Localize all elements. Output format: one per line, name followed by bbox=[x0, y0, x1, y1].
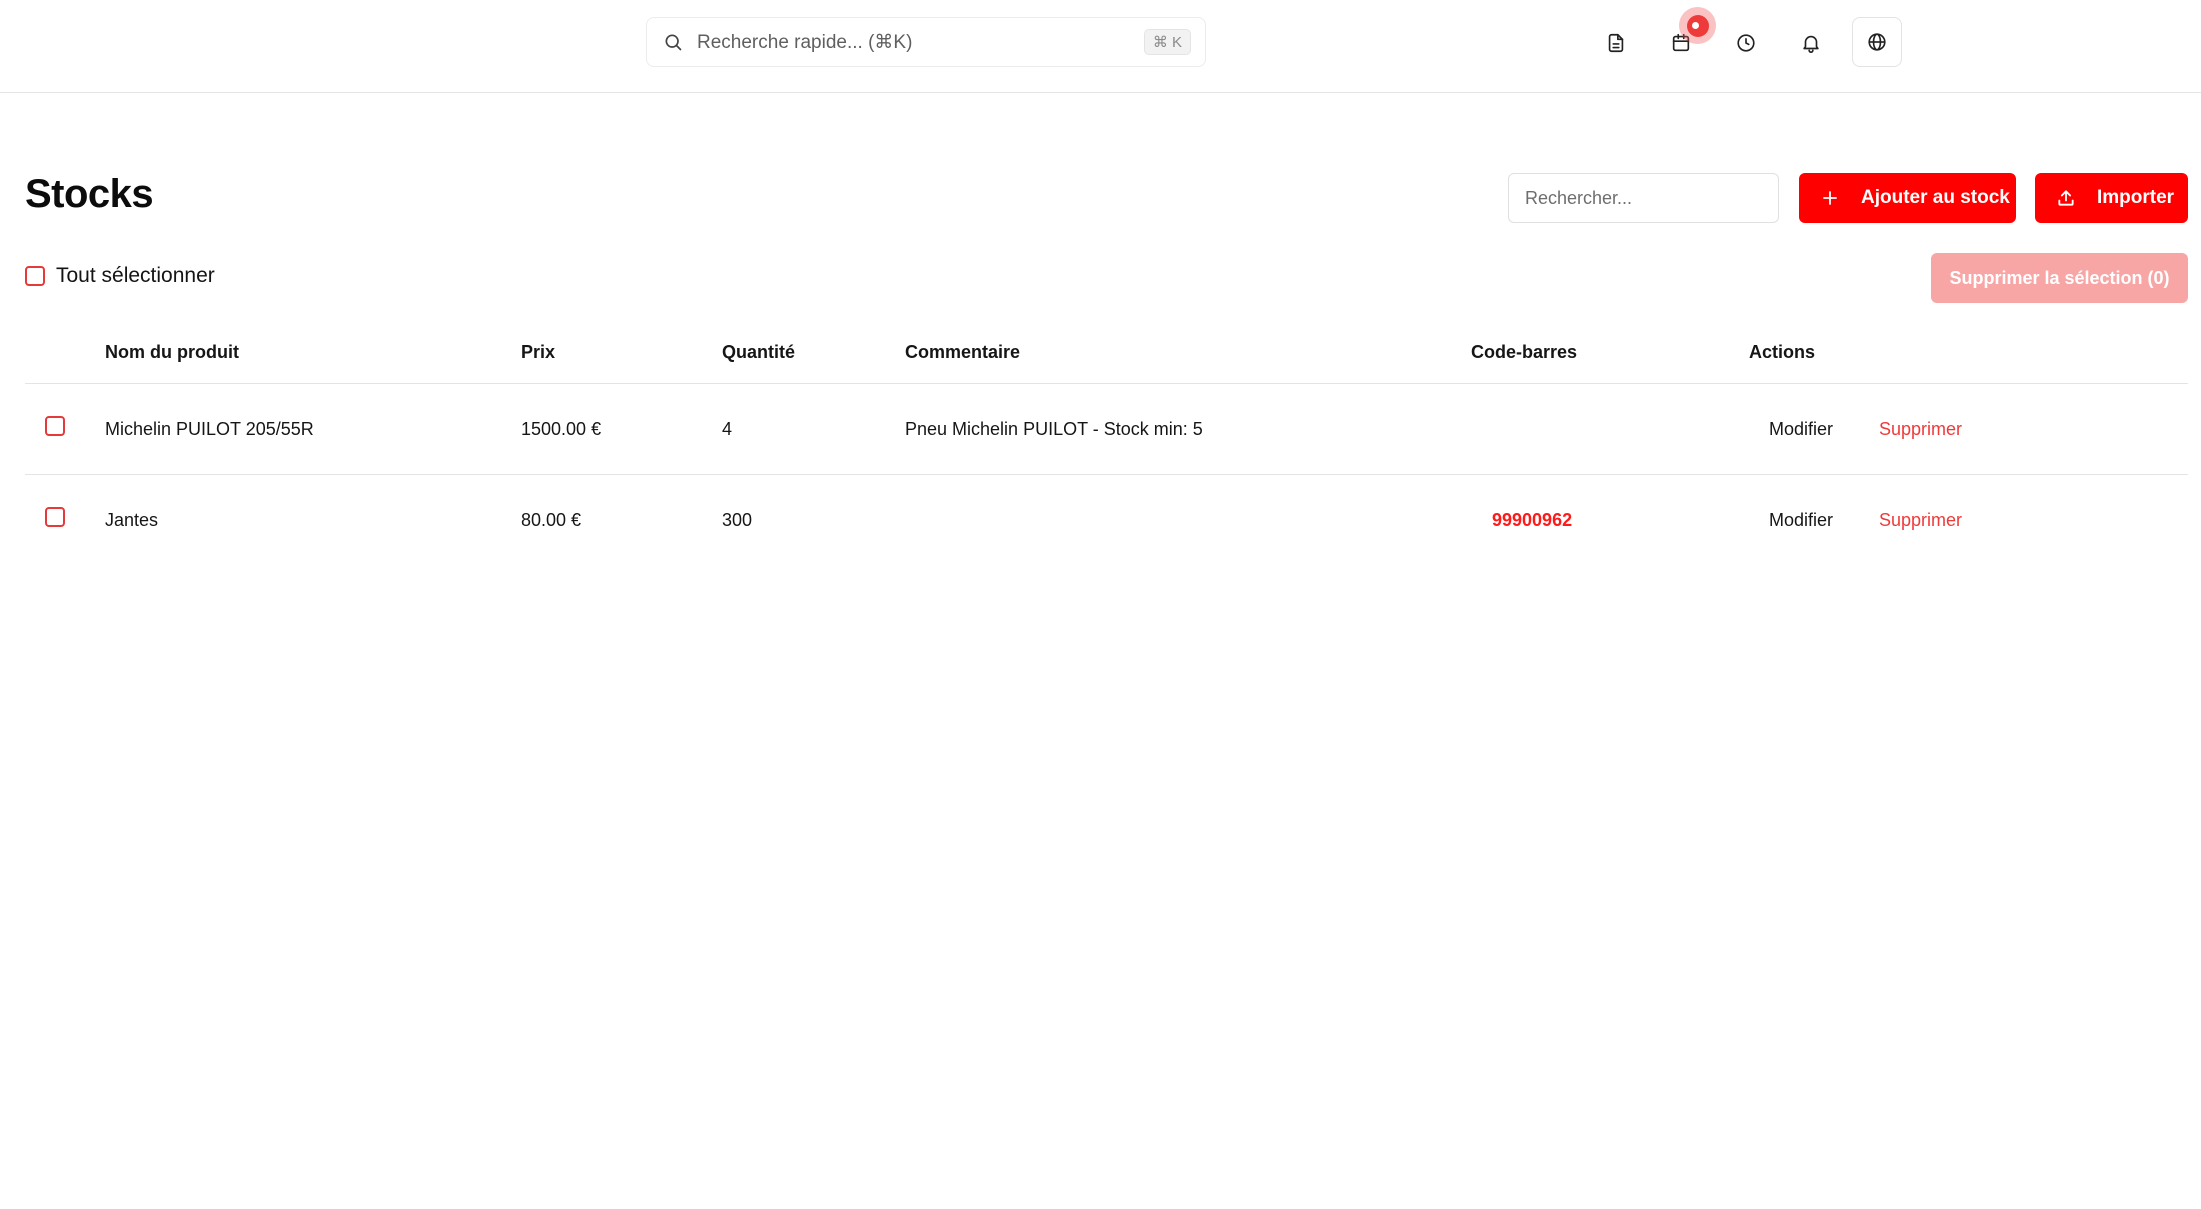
select-all-label: Tout sélectionner bbox=[56, 264, 215, 287]
quick-search-placeholder: Recherche rapide... (⌘K) bbox=[697, 31, 913, 53]
table-row: Jantes 80.00 € 300 99900962 Modifier Sup… bbox=[25, 475, 2188, 566]
table-row: Michelin PUILOT 205/55R 1500.00 € 4 Pneu… bbox=[25, 384, 2188, 475]
add-to-stock-button[interactable]: Ajouter au stock bbox=[1799, 173, 2016, 223]
cell-product-name: Jantes bbox=[105, 510, 159, 530]
edit-button[interactable]: Modifier bbox=[1769, 510, 1833, 531]
document-icon[interactable] bbox=[1593, 20, 1639, 66]
column-header-quantity: Quantité bbox=[722, 342, 796, 362]
import-button[interactable]: Importer bbox=[2035, 173, 2188, 223]
cell-comment: Pneu Michelin PUILOT - Stock min: 5 bbox=[905, 419, 1203, 439]
page-title: Stocks bbox=[25, 172, 154, 216]
bell-icon[interactable] bbox=[1788, 20, 1834, 66]
shortcut-badge: ⌘ K bbox=[1143, 29, 1191, 55]
delete-button[interactable]: Supprimer bbox=[1879, 419, 1962, 440]
row-checkbox[interactable] bbox=[45, 507, 65, 527]
quick-search[interactable]: Recherche rapide... (⌘K) ⌘ K bbox=[646, 17, 1206, 67]
globe-icon[interactable] bbox=[1852, 17, 1902, 67]
delete-selection-button[interactable]: Supprimer la sélection (0) bbox=[1931, 253, 2188, 303]
cell-quantity: 4 bbox=[722, 419, 733, 439]
cell-price: 1500.00 € bbox=[521, 419, 602, 439]
import-label: Importer bbox=[2097, 187, 2175, 208]
column-header-comment: Commentaire bbox=[905, 342, 1021, 362]
add-to-stock-label: Ajouter au stock bbox=[1861, 187, 2010, 208]
select-all[interactable]: Tout sélectionner bbox=[25, 264, 215, 288]
edit-button[interactable]: Modifier bbox=[1769, 419, 1833, 440]
cell-price: 80.00 € bbox=[521, 510, 582, 530]
search-icon bbox=[661, 30, 685, 54]
select-all-checkbox[interactable] bbox=[25, 266, 45, 286]
cell-quantity: 300 bbox=[722, 510, 753, 530]
search-input[interactable] bbox=[1508, 173, 1779, 223]
cell-barcode[interactable]: 99900962 bbox=[1492, 510, 1572, 531]
recording-indicator-icon[interactable] bbox=[1679, 7, 1716, 44]
clock-icon[interactable] bbox=[1723, 20, 1769, 66]
stock-table: Nom du produit Prix Quantité Commentaire… bbox=[25, 326, 2188, 566]
column-header-actions: Actions bbox=[1749, 342, 1816, 362]
top-bar: Recherche rapide... (⌘K) ⌘ K bbox=[0, 0, 2201, 93]
plus-icon bbox=[1819, 187, 1841, 209]
column-header-name: Nom du produit bbox=[105, 342, 239, 362]
row-checkbox[interactable] bbox=[45, 416, 65, 436]
table-header: Nom du produit Prix Quantité Commentaire… bbox=[25, 326, 2188, 384]
upload-icon bbox=[2055, 187, 2077, 209]
column-header-barcode: Code-barres bbox=[1471, 342, 1578, 362]
cell-product-name: Michelin PUILOT 205/55R bbox=[105, 419, 314, 439]
delete-button[interactable]: Supprimer bbox=[1879, 510, 1962, 531]
column-header-price: Prix bbox=[521, 342, 556, 362]
